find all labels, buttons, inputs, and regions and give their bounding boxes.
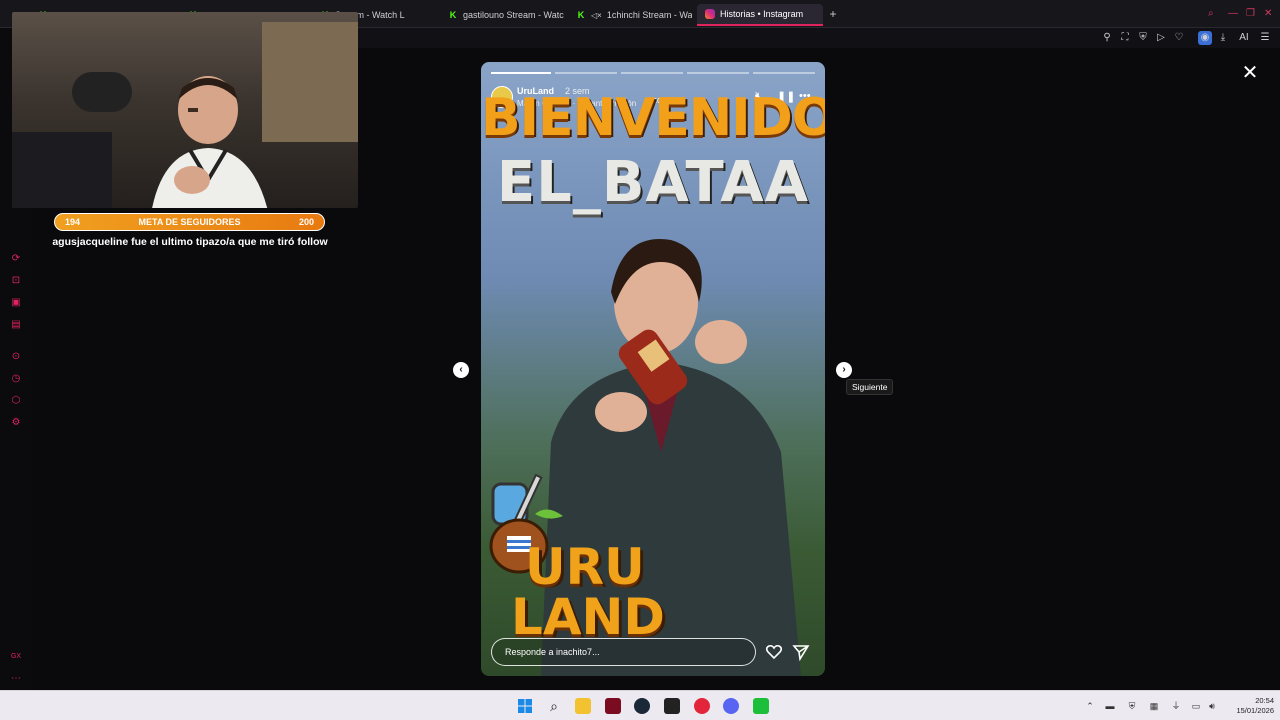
story-username-headline: EL_BATAA xyxy=(496,150,810,215)
story-reply-input[interactable]: Responde a inachito7... xyxy=(491,638,756,666)
like-heart-icon[interactable] xyxy=(765,643,783,661)
download-icon[interactable]: ⤓ xyxy=(1216,31,1230,45)
sidebar-music-icon[interactable]: ▤ xyxy=(9,318,23,332)
sidebar-more-icon[interactable]: ⋯ xyxy=(9,672,23,686)
uruland-logo-top: URU xyxy=(525,538,645,596)
play-icon[interactable]: ▷ xyxy=(1154,31,1168,45)
next-story-button[interactable]: › xyxy=(836,362,852,378)
story-progress-segment xyxy=(621,72,683,74)
goal-current: 194 xyxy=(65,217,81,227)
discord-icon[interactable] xyxy=(723,698,739,714)
sidebar-history-icon[interactable]: ⟳ xyxy=(9,252,23,266)
kick-icon: K xyxy=(449,10,457,20)
microphone-image xyxy=(72,72,132,112)
monitor-image xyxy=(12,132,112,208)
chevron-right-icon: › xyxy=(842,364,846,375)
app-icon[interactable] xyxy=(753,698,769,714)
opera-gx-icon[interactable] xyxy=(605,698,621,714)
heart-icon[interactable]: ♡ xyxy=(1172,31,1186,45)
profile-icon[interactable]: ◉ xyxy=(1198,31,1212,45)
send-share-icon[interactable] xyxy=(792,643,810,661)
close-story-viewer-button[interactable]: ✕ xyxy=(1240,63,1260,83)
story-headline: BIENVENIDO xyxy=(481,88,825,148)
sidebar-bag-icon[interactable]: ⊡ xyxy=(9,274,23,288)
network-icon[interactable]: ▭ xyxy=(1190,700,1202,712)
story-progress-segment xyxy=(491,72,551,74)
epic-games-icon[interactable] xyxy=(664,698,680,714)
tab-kick-1chinchi[interactable]: K ◁× 1chinchi Stream - Wat xyxy=(568,4,692,26)
sidebar-player-icon[interactable]: ⊙ xyxy=(9,350,23,364)
ai-button[interactable]: AI xyxy=(1234,31,1254,45)
minimize-icon[interactable]: — xyxy=(1228,8,1238,19)
pin-icon[interactable]: ⚲ xyxy=(1100,31,1114,45)
menu-icon[interactable]: ☰ xyxy=(1258,31,1272,45)
story-progress-segment xyxy=(555,72,617,74)
sidebar-extensions-icon[interactable]: ⬡ xyxy=(9,394,23,408)
tab-label: gastilouno Stream - Watc xyxy=(463,10,564,20)
search-icon[interactable]: ⌕ xyxy=(546,698,562,714)
kick-icon: K xyxy=(577,10,585,20)
sidebar-settings-icon[interactable]: ⚙ xyxy=(9,416,23,430)
sidebar-gx-icon[interactable]: GX xyxy=(9,650,23,664)
muted-speaker-icon: ◁× xyxy=(591,10,602,20)
sidebar-clock-icon[interactable]: ◷ xyxy=(9,372,23,386)
chevron-up-icon[interactable]: ⌃ xyxy=(1084,700,1096,712)
shield-icon[interactable]: ⛨ xyxy=(1136,31,1150,45)
goal-target: 200 xyxy=(298,217,314,227)
new-tab-button[interactable]: + xyxy=(826,6,840,22)
maximize-icon[interactable]: ❐ xyxy=(1246,8,1255,19)
instagram-icon xyxy=(705,9,715,19)
next-tooltip: Siguiente xyxy=(846,379,894,395)
chevron-left-icon: ‹ xyxy=(459,364,463,375)
tab-label: 1chinchi Stream - Wat xyxy=(606,10,692,20)
tray-shield-icon[interactable]: ⛨ xyxy=(1126,700,1138,712)
windows-start-icon[interactable] xyxy=(517,698,533,714)
clock-time: 20:54 xyxy=(1255,696,1274,705)
browser-toolbar: ⚲ ⛶ ⛨ ▷ ♡ ◉ ⤓ AI ☰ xyxy=(358,28,1280,48)
sidebar-twitch-icon[interactable]: ▣ xyxy=(9,296,23,310)
file-explorer-icon[interactable] xyxy=(575,698,591,714)
story-progress-segment xyxy=(753,72,815,74)
webcam-feed xyxy=(12,12,358,208)
close-window-icon[interactable]: ✕ xyxy=(1264,8,1272,19)
follower-goal-bar: 194 META DE SEGUIDORES 200 xyxy=(54,213,325,231)
tray-app-icon[interactable]: ▬ xyxy=(1104,700,1116,712)
snapshot-icon[interactable]: ⛶ xyxy=(1118,31,1132,45)
goal-label: META DE SEGUIDORES xyxy=(138,217,241,227)
steam-icon[interactable] xyxy=(634,698,650,714)
clock-date: 15/01/2026 xyxy=(1236,706,1274,715)
system-clock[interactable]: 20:54 15/01/2026 xyxy=(1222,696,1274,716)
volume-icon[interactable]: 🔊︎ xyxy=(1206,700,1218,712)
media-player-icon[interactable] xyxy=(694,698,710,714)
story-progress-segment xyxy=(687,72,749,74)
microphone-icon[interactable]: ⏚ xyxy=(1170,700,1182,712)
previous-story-button[interactable]: ‹ xyxy=(453,362,469,378)
close-icon: ✕ xyxy=(1241,62,1259,84)
tray-app2-icon[interactable]: ▦ xyxy=(1148,700,1160,712)
search-icon[interactable]: ⌕ xyxy=(1208,8,1214,19)
tab-kick-gastilouno[interactable]: Kgastilouno Stream - Watc xyxy=(440,4,564,26)
uruland-logo-bottom: LAND xyxy=(511,588,665,646)
tab-label: Historias • Instagram xyxy=(720,9,804,19)
tab-instagram-stories[interactable]: Historias • Instagram xyxy=(697,4,823,26)
instagram-story[interactable]: UruLand 2 sem Martín Quiroga · Aguanta P… xyxy=(481,62,825,676)
streamer-image xyxy=(152,76,268,208)
last-follower-message: agusjacqueline fue el ultimo tipazo/a qu… xyxy=(52,236,328,248)
windows-taskbar: ⌕ ⌃ ▬ ⛨ ▦ ⏚ ▭ 🔊︎ 20:54 15/01/2026 xyxy=(0,690,1280,720)
